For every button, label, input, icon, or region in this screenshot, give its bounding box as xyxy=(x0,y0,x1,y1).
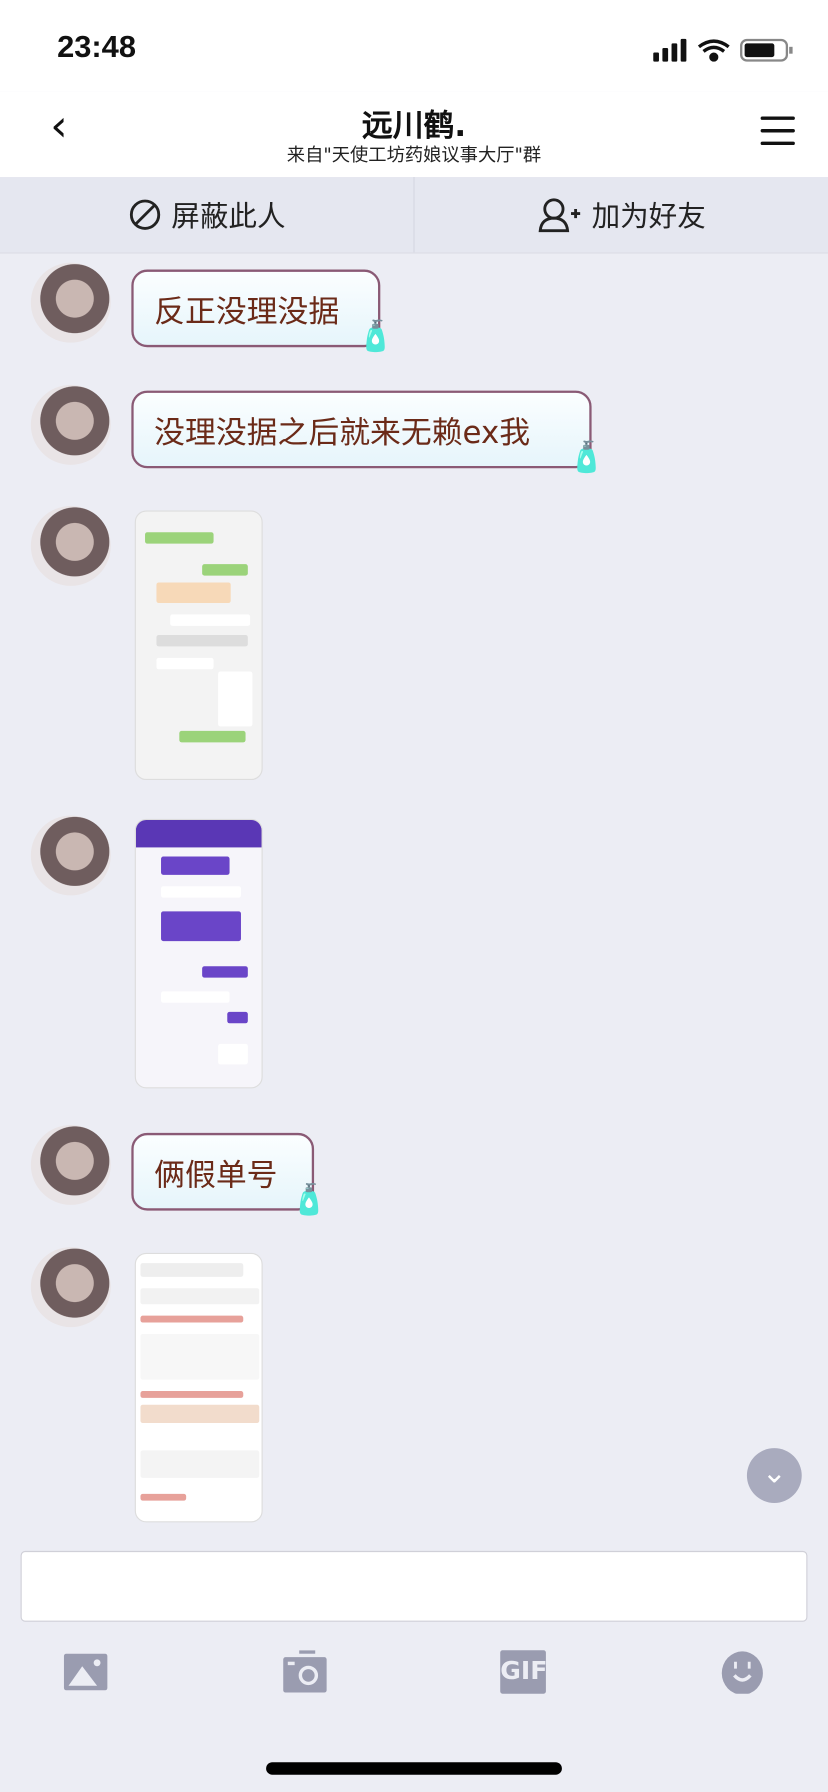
wifi-icon xyxy=(697,39,730,62)
image-message[interactable] xyxy=(134,818,263,1089)
add-user-icon xyxy=(538,198,581,233)
message-bubble[interactable]: 没理没据之后就来无赖ex我 🧴 xyxy=(131,390,605,475)
block-user-label: 屏蔽此人 xyxy=(171,199,286,233)
image-message[interactable] xyxy=(134,1252,263,1523)
avatar[interactable] xyxy=(30,1124,111,1205)
menu-icon[interactable] xyxy=(760,116,795,154)
battery-icon xyxy=(740,38,793,62)
avatar[interactable] xyxy=(30,384,111,465)
add-friend-label: 加为好友 xyxy=(591,199,706,233)
nav-bar: ‹ 远川鹤. 来自"天使工坊药娘议事大厅"群 xyxy=(0,91,828,178)
message-bubble[interactable]: 俩假单号 🧴 xyxy=(131,1132,328,1217)
status-time: 23:48 xyxy=(57,29,136,64)
scroll-to-bottom-button[interactable]: ⌄ xyxy=(746,1448,802,1503)
status-icons xyxy=(653,38,793,62)
image-icon[interactable] xyxy=(63,1650,109,1693)
message-text: 没理没据之后就来无赖ex我 xyxy=(154,415,531,451)
message-bubble[interactable]: 反正没理没据 🧴 xyxy=(131,269,394,354)
home-indicator xyxy=(266,1762,562,1775)
message-input[interactable] xyxy=(20,1550,808,1622)
emoji-icon[interactable] xyxy=(720,1650,766,1694)
block-icon xyxy=(129,199,161,230)
camera-icon[interactable] xyxy=(282,1650,328,1693)
add-friend-button[interactable]: 加为好友 xyxy=(415,177,828,252)
chevron-down-icon: ⌄ xyxy=(761,1456,787,1491)
avatar[interactable] xyxy=(30,1247,111,1328)
message-text: 反正没理没据 xyxy=(154,294,340,330)
soap-decoration-icon: 🧴 xyxy=(357,319,395,355)
gif-button[interactable]: GIF xyxy=(500,1650,547,1694)
soap-decoration-icon: 🧴 xyxy=(568,440,606,476)
block-user-button[interactable]: 屏蔽此人 xyxy=(0,177,415,253)
signal-icon xyxy=(653,38,687,62)
page-subtitle: 来自"天使工坊药娘议事大厅"群 xyxy=(286,143,542,166)
avatar[interactable] xyxy=(30,815,111,896)
action-bar: 屏蔽此人 加为好友 xyxy=(0,177,828,254)
avatar[interactable] xyxy=(30,262,111,343)
avatar[interactable] xyxy=(30,505,111,586)
message-text: 俩假单号 xyxy=(154,1157,278,1193)
soap-decoration-icon: 🧴 xyxy=(290,1183,328,1218)
status-bar: 23:48 xyxy=(0,0,828,92)
image-message[interactable] xyxy=(134,510,263,781)
